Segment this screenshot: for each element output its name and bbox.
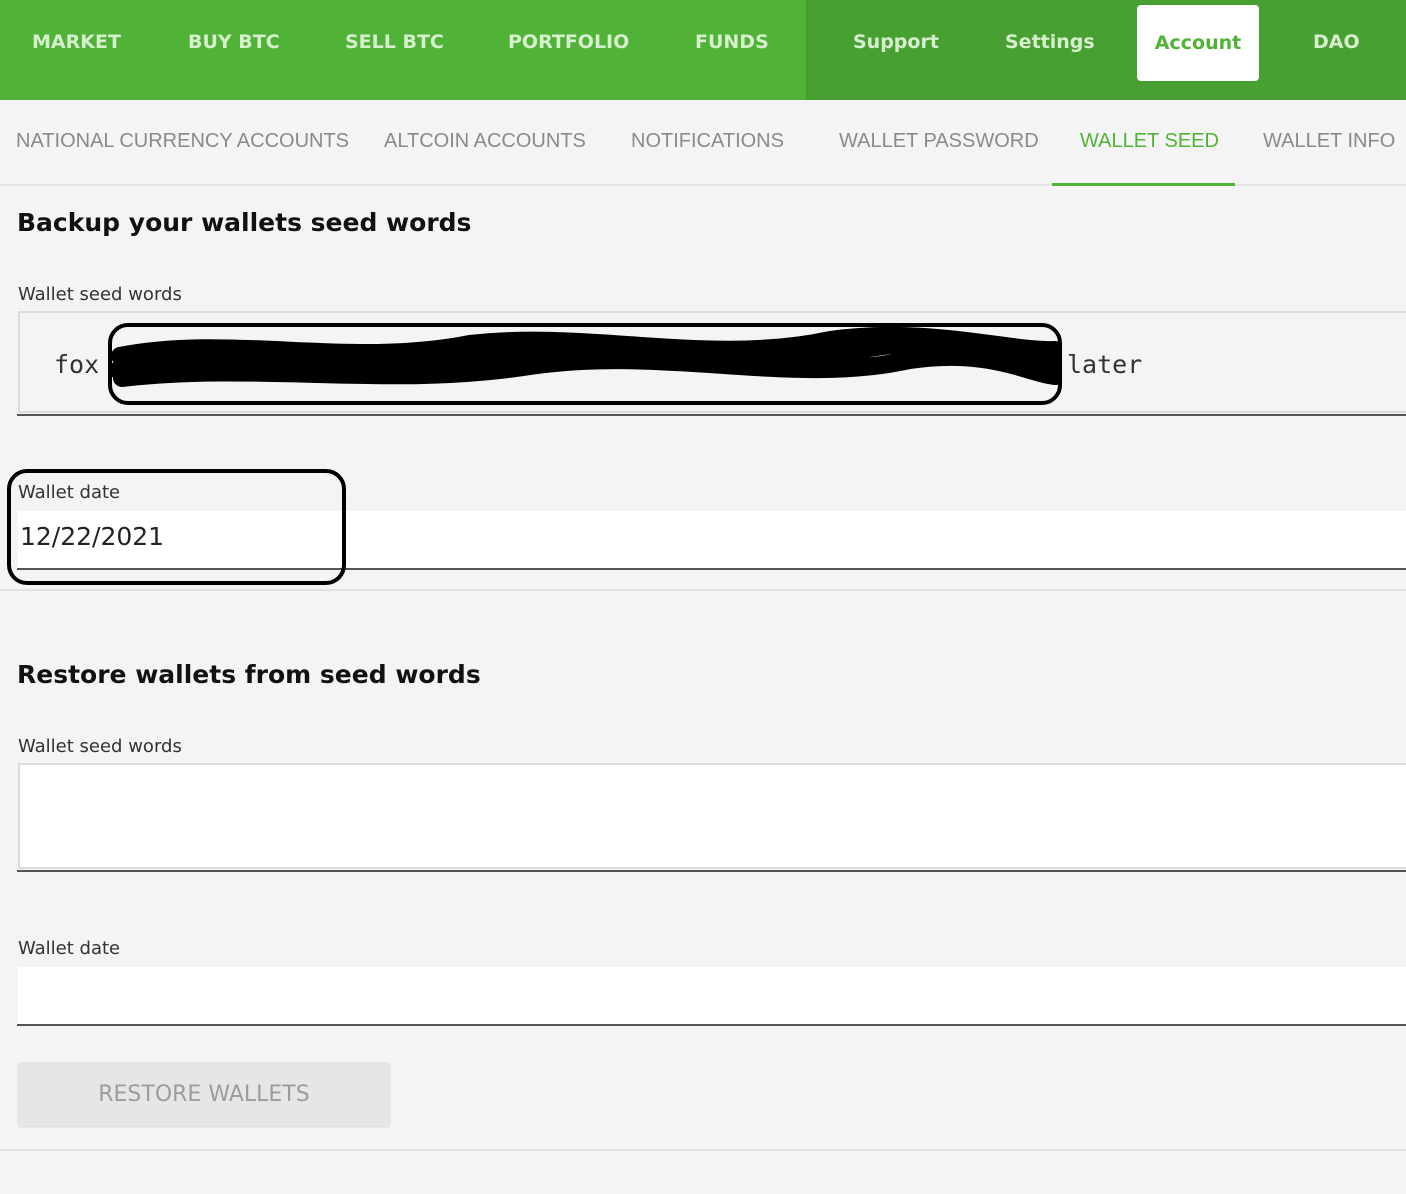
backup-date-value: 12/22/2021 xyxy=(20,522,165,551)
seed-first-word: fox xyxy=(54,350,100,379)
nav-market[interactable]: MARKET xyxy=(32,24,121,60)
seed-last-word: later xyxy=(1067,350,1143,379)
active-tab-indicator xyxy=(1052,183,1235,186)
restore-section-heading: Restore wallets from seed words xyxy=(17,660,481,689)
top-navigation-divider xyxy=(806,0,807,100)
tab-notifications[interactable]: NOTIFICATIONS xyxy=(631,130,784,158)
nav-account[interactable]: Account xyxy=(1137,5,1259,81)
section-divider xyxy=(0,589,1406,591)
nav-sell-btc[interactable]: SELL BTC xyxy=(345,24,444,60)
restore-seed-textarea[interactable] xyxy=(18,763,1406,869)
tab-wallet-password[interactable]: WALLET PASSWORD xyxy=(839,130,1039,158)
tab-altcoin-accounts[interactable]: ALTCOIN ACCOUNTS xyxy=(384,130,586,158)
backup-seed-label: Wallet seed words xyxy=(18,284,182,305)
backup-seed-underline xyxy=(17,414,1406,416)
tab-wallet-info[interactable]: WALLET INFO xyxy=(1263,130,1395,158)
bottom-divider xyxy=(0,1149,1406,1151)
nav-support[interactable]: Support xyxy=(853,24,939,60)
restore-date-field[interactable] xyxy=(18,967,1406,1025)
restore-date-underline xyxy=(17,1024,1406,1026)
backup-date-label: Wallet date xyxy=(18,482,121,503)
restore-seed-underline xyxy=(17,870,1406,872)
tab-national-currency-accounts[interactable]: NATIONAL CURRENCY ACCOUNTS xyxy=(16,130,349,158)
nav-settings[interactable]: Settings xyxy=(1005,24,1095,60)
nav-funds[interactable]: FUNDS xyxy=(695,24,769,60)
backup-date-underline xyxy=(17,568,1406,570)
nav-portfolio[interactable]: PORTFOLIO xyxy=(508,24,629,60)
backup-section-heading: Backup your wallets seed words xyxy=(17,208,472,237)
redaction-scribble xyxy=(110,326,1060,387)
restore-wallets-button[interactable]: RESTORE WALLETS xyxy=(18,1062,390,1126)
tab-wallet-seed[interactable]: WALLET SEED xyxy=(1080,130,1219,158)
nav-dao[interactable]: DAO xyxy=(1313,24,1360,60)
backup-date-field[interactable] xyxy=(18,511,1406,569)
restore-seed-label: Wallet seed words xyxy=(18,736,182,757)
nav-buy-btc[interactable]: BUY BTC xyxy=(188,24,280,60)
restore-date-label: Wallet date xyxy=(18,938,121,959)
